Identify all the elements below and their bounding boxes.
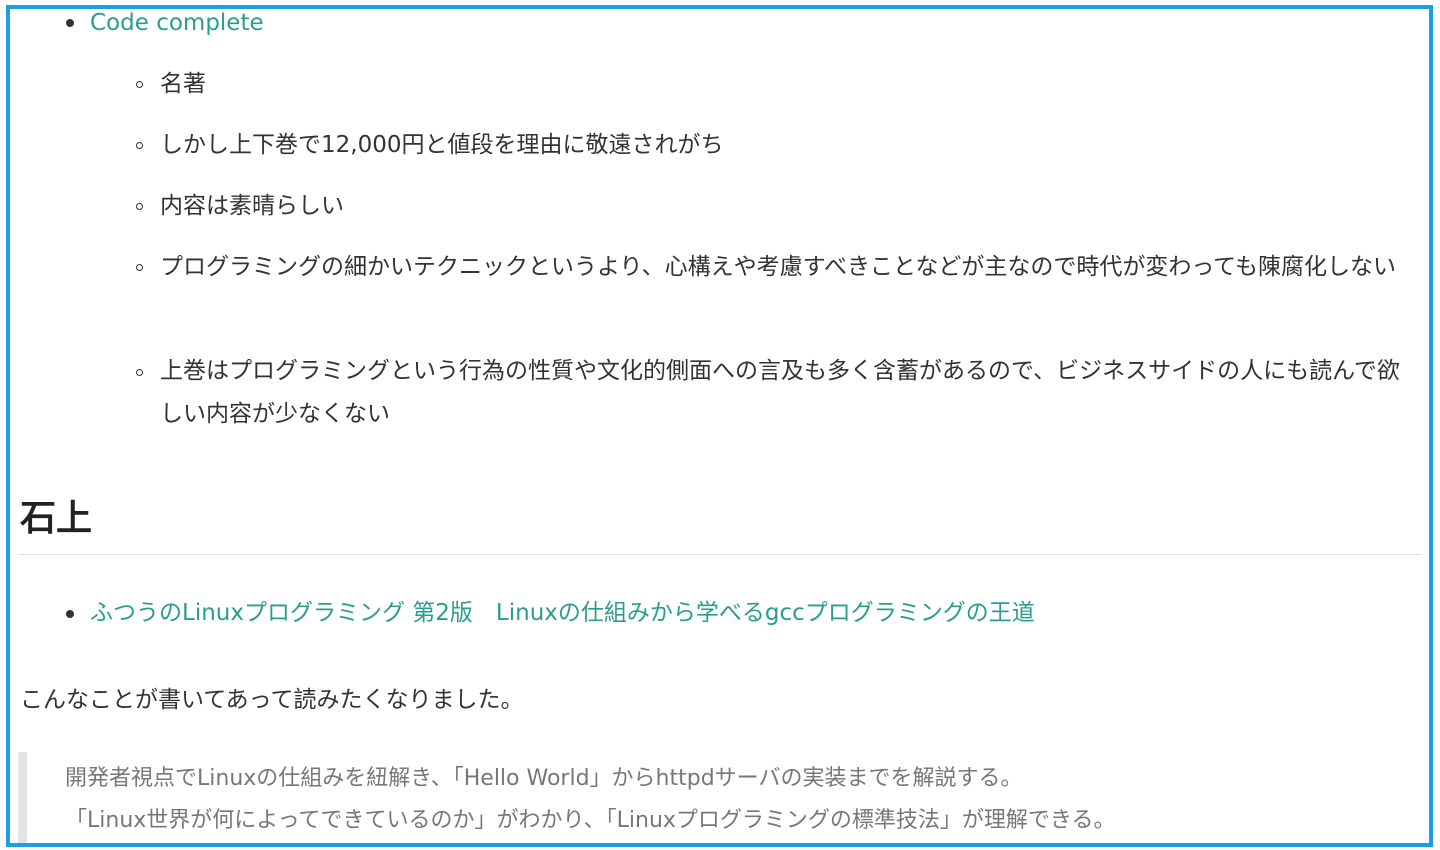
quote-line: 「Linux世界が何によってできているのか」がわかり、「Linuxプログラミング… [65,808,1116,833]
bullet-disc [66,610,74,618]
book-link-code-complete[interactable]: Code complete [90,9,264,37]
note-text: 内容は素晴らしい [160,193,344,219]
note-text: プログラミングの細かいテクニックというより、心構えや考慮すべきことなどが主なので… [160,254,1397,280]
bullet-circle [136,81,143,88]
intro-paragraph: こんなことが書いてあって読みたくなりました。 [20,687,524,713]
note-text: 名著 [160,71,206,97]
bullet-circle [136,369,143,376]
content-frame: Code complete 名著 しかし上下巻で12,000円と値段を理由に敬遠… [6,5,1433,847]
book-link-linux-programming[interactable]: ふつうのLinuxプログラミング 第2版 Linuxの仕組みから学べるgccプロ… [90,599,1035,627]
bullet-circle [136,142,143,149]
section-heading: 石上 [20,498,93,539]
bullet-circle [136,264,143,271]
note-text: 上巻はプログラミングという行為の性質や文化的側面への言及も多く含蓄があるので、ビ… [160,358,1400,427]
quote-line: 開発者視点でLinuxの仕組みを紐解き、「Hello World」からhttpd… [65,766,1023,791]
bullet-disc [66,19,74,27]
book-description-quote: 開発者視点でLinuxの仕組みを紐解き、「Hello World」からhttpd… [18,752,1422,843]
bullet-circle [136,203,143,210]
heading-divider [18,554,1422,555]
note-text: しかし上下巻で12,000円と値段を理由に敬遠されがち [160,132,724,158]
